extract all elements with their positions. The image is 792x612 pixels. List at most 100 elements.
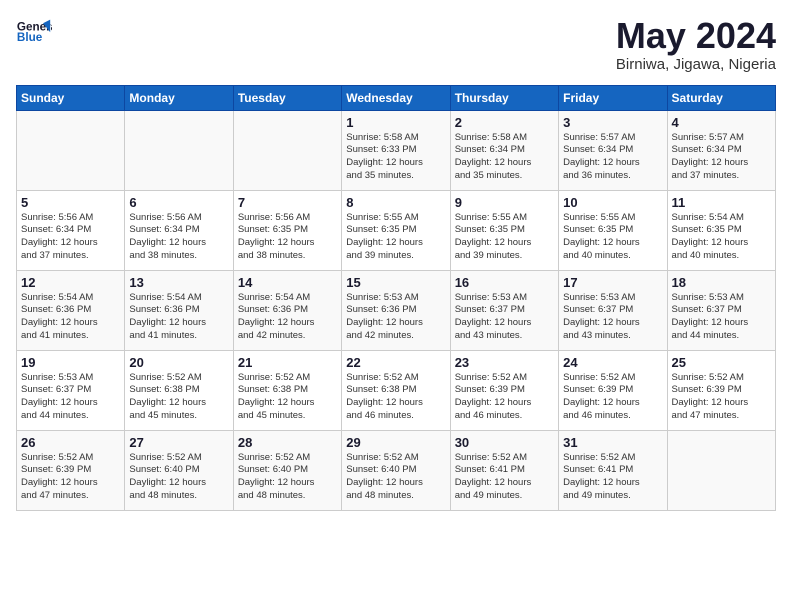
calendar-cell: 23Sunrise: 5:52 AMSunset: 6:39 PMDayligh…	[450, 350, 558, 430]
day-info: Sunrise: 5:55 AMSunset: 6:35 PMDaylight:…	[346, 212, 445, 263]
calendar-cell: 12Sunrise: 5:54 AMSunset: 6:36 PMDayligh…	[17, 270, 125, 350]
day-number: 13	[129, 275, 228, 290]
location: Birniwa, Jigawa, Nigeria	[616, 56, 776, 73]
calendar-cell: 5 Sunrise: 5:56 AMSunset: 6:34 PMDaylight…	[17, 190, 125, 270]
day-info: Sunrise: 5:54 AMSunset: 6:36 PMDaylight:…	[129, 292, 228, 343]
calendar-cell	[667, 430, 775, 510]
day-number: 30	[455, 435, 554, 450]
calendar-cell: 13 Sunrise: 5:54 AMSunset: 6:36 PMDayligh…	[125, 270, 233, 350]
day-number: 23	[455, 355, 554, 370]
day-info: Sunrise: 5:56 AMSunset: 6:34 PMDaylight:…	[21, 212, 120, 263]
calendar-cell: 21 Sunrise: 5:52 AMSunset: 6:38 PMDayligh…	[233, 350, 341, 430]
day-info: Sunrise: 5:52 AMSunset: 6:40 PMDaylight:…	[346, 452, 445, 503]
header-row: Sunday Monday Tuesday Wednesday Thursday…	[17, 85, 776, 110]
calendar-table: Sunday Monday Tuesday Wednesday Thursday…	[16, 85, 776, 511]
calendar-cell: 20Sunrise: 5:52 AMSunset: 6:38 PMDayligh…	[125, 350, 233, 430]
day-info: Sunrise: 5:53 AMSunset: 6:36 PMDaylight:…	[346, 292, 445, 343]
day-number: 8	[346, 195, 445, 210]
day-number: 18	[672, 275, 771, 290]
calendar-cell: 11Sunrise: 5:54 AMSunset: 6:35 PMDayligh…	[667, 190, 775, 270]
day-info: Sunrise: 5:56 AMSunset: 6:34 PMDaylight:…	[129, 212, 228, 263]
day-info: Sunrise: 5:58 AMSunset: 6:34 PMDaylight:…	[455, 132, 554, 183]
calendar-cell: 19 Sunrise: 5:53 AMSunset: 6:37 PMDayligh…	[17, 350, 125, 430]
day-info: Sunrise: 5:54 AMSunset: 6:36 PMDaylight:…	[238, 292, 337, 343]
col-friday: Friday	[559, 85, 667, 110]
day-info: Sunrise: 5:54 AMSunset: 6:36 PMDaylight:…	[21, 292, 120, 343]
calendar-cell: 28 Sunrise: 5:52 AMSunset: 6:40 PMDayligh…	[233, 430, 341, 510]
col-tuesday: Tuesday	[233, 85, 341, 110]
day-number: 21	[238, 355, 337, 370]
day-info: Sunrise: 5:55 AMSunset: 6:35 PMDaylight:…	[455, 212, 554, 263]
day-number: 27	[129, 435, 228, 450]
day-info: Sunrise: 5:55 AMSunset: 6:35 PMDaylight:…	[563, 212, 662, 263]
day-info: Sunrise: 5:52 AMSunset: 6:40 PMDaylight:…	[129, 452, 228, 503]
calendar-week-5: 26 Sunrise: 5:52 AMSunset: 6:39 PMDayligh…	[17, 430, 776, 510]
calendar-cell: 4 Sunrise: 5:57 AMSunset: 6:34 PMDaylight…	[667, 110, 775, 190]
month-title: May 2024	[616, 16, 776, 56]
calendar-week-2: 5 Sunrise: 5:56 AMSunset: 6:34 PMDaylight…	[17, 190, 776, 270]
calendar-cell	[17, 110, 125, 190]
day-number: 26	[21, 435, 120, 450]
day-info: Sunrise: 5:53 AMSunset: 6:37 PMDaylight:…	[455, 292, 554, 343]
day-info: Sunrise: 5:53 AMSunset: 6:37 PMDaylight:…	[563, 292, 662, 343]
day-number: 9	[455, 195, 554, 210]
day-number: 22	[346, 355, 445, 370]
calendar-cell: 15 Sunrise: 5:53 AMSunset: 6:36 PMDayligh…	[342, 270, 450, 350]
day-info: Sunrise: 5:57 AMSunset: 6:34 PMDaylight:…	[563, 132, 662, 183]
calendar-cell	[125, 110, 233, 190]
col-monday: Monday	[125, 85, 233, 110]
page-container: General Blue May 2024 Birniwa, Jigawa, N…	[0, 0, 792, 521]
day-number: 14	[238, 275, 337, 290]
calendar-cell: 22 Sunrise: 5:52 AMSunset: 6:38 PMDayligh…	[342, 350, 450, 430]
day-number: 7	[238, 195, 337, 210]
header: General Blue May 2024 Birniwa, Jigawa, N…	[16, 16, 776, 73]
day-number: 19	[21, 355, 120, 370]
day-info: Sunrise: 5:52 AMSunset: 6:40 PMDaylight:…	[238, 452, 337, 503]
day-number: 11	[672, 195, 771, 210]
col-wednesday: Wednesday	[342, 85, 450, 110]
day-number: 4	[672, 115, 771, 130]
day-number: 10	[563, 195, 662, 210]
day-number: 24	[563, 355, 662, 370]
calendar-cell: 3 Sunrise: 5:57 AMSunset: 6:34 PMDaylight…	[559, 110, 667, 190]
day-number: 3	[563, 115, 662, 130]
calendar-cell: 6Sunrise: 5:56 AMSunset: 6:34 PMDaylight…	[125, 190, 233, 270]
day-number: 29	[346, 435, 445, 450]
calendar-cell: 8 Sunrise: 5:55 AMSunset: 6:35 PMDaylight…	[342, 190, 450, 270]
calendar-body: 1Sunrise: 5:58 AMSunset: 6:33 PMDaylight…	[17, 110, 776, 510]
day-number: 17	[563, 275, 662, 290]
col-thursday: Thursday	[450, 85, 558, 110]
calendar-week-3: 12Sunrise: 5:54 AMSunset: 6:36 PMDayligh…	[17, 270, 776, 350]
day-info: Sunrise: 5:52 AMSunset: 6:39 PMDaylight:…	[21, 452, 120, 503]
calendar-cell: 25 Sunrise: 5:52 AMSunset: 6:39 PMDayligh…	[667, 350, 775, 430]
svg-text:Blue: Blue	[17, 31, 43, 44]
day-info: Sunrise: 5:52 AMSunset: 6:39 PMDaylight:…	[563, 372, 662, 423]
calendar-cell: 26 Sunrise: 5:52 AMSunset: 6:39 PMDayligh…	[17, 430, 125, 510]
logo: General Blue	[16, 16, 52, 52]
calendar-cell	[233, 110, 341, 190]
day-info: Sunrise: 5:53 AMSunset: 6:37 PMDaylight:…	[21, 372, 120, 423]
calendar-week-1: 1Sunrise: 5:58 AMSunset: 6:33 PMDaylight…	[17, 110, 776, 190]
calendar-week-4: 19 Sunrise: 5:53 AMSunset: 6:37 PMDayligh…	[17, 350, 776, 430]
calendar-cell: 2 Sunrise: 5:58 AMSunset: 6:34 PMDaylight…	[450, 110, 558, 190]
logo-icon: General Blue	[16, 16, 52, 52]
calendar-cell: 24 Sunrise: 5:52 AMSunset: 6:39 PMDayligh…	[559, 350, 667, 430]
day-number: 15	[346, 275, 445, 290]
calendar-cell: 18Sunrise: 5:53 AMSunset: 6:37 PMDayligh…	[667, 270, 775, 350]
day-info: Sunrise: 5:52 AMSunset: 6:41 PMDaylight:…	[455, 452, 554, 503]
day-info: Sunrise: 5:52 AMSunset: 6:38 PMDaylight:…	[346, 372, 445, 423]
col-saturday: Saturday	[667, 85, 775, 110]
day-info: Sunrise: 5:58 AMSunset: 6:33 PMDaylight:…	[346, 132, 445, 183]
day-info: Sunrise: 5:57 AMSunset: 6:34 PMDaylight:…	[672, 132, 771, 183]
day-number: 16	[455, 275, 554, 290]
day-info: Sunrise: 5:52 AMSunset: 6:38 PMDaylight:…	[238, 372, 337, 423]
day-number: 2	[455, 115, 554, 130]
day-number: 5	[21, 195, 120, 210]
calendar-cell: 1Sunrise: 5:58 AMSunset: 6:33 PMDaylight…	[342, 110, 450, 190]
day-number: 28	[238, 435, 337, 450]
calendar-cell: 30 Sunrise: 5:52 AMSunset: 6:41 PMDayligh…	[450, 430, 558, 510]
day-number: 25	[672, 355, 771, 370]
calendar-cell: 31Sunrise: 5:52 AMSunset: 6:41 PMDayligh…	[559, 430, 667, 510]
day-info: Sunrise: 5:52 AMSunset: 6:39 PMDaylight:…	[672, 372, 771, 423]
calendar-cell: 9 Sunrise: 5:55 AMSunset: 6:35 PMDaylight…	[450, 190, 558, 270]
